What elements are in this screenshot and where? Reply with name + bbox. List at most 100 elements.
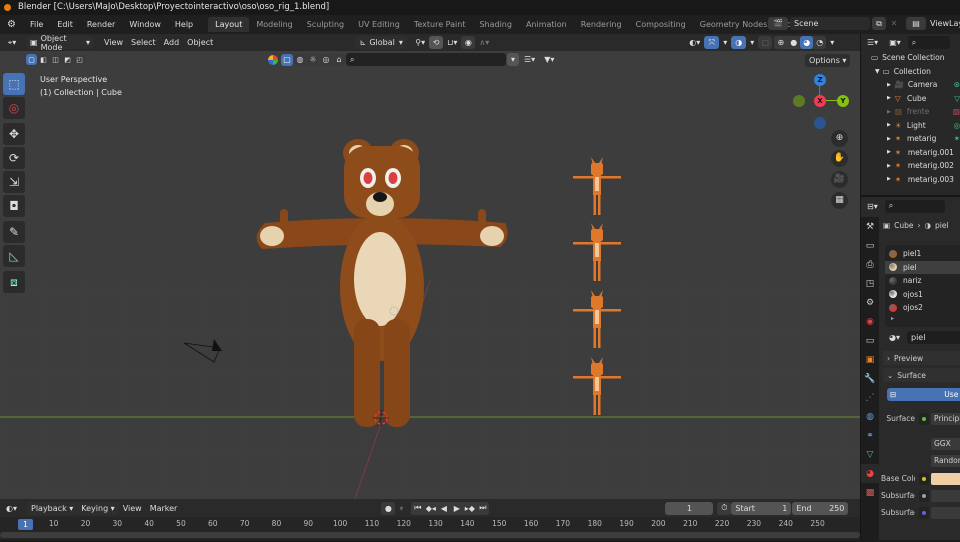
delete-scene-button[interactable]: ✕ xyxy=(888,17,900,30)
socket-dot-icon[interactable] xyxy=(919,489,929,502)
material-slot[interactable]: piel1 xyxy=(885,247,960,261)
material-name-field[interactable]: piel xyxy=(907,331,960,344)
scene-selector-icon[interactable]: 🎬 xyxy=(768,17,788,30)
material-slot[interactable]: piel xyxy=(885,260,960,274)
timeline-view-menu[interactable]: View xyxy=(119,502,146,515)
tab-texture-paint[interactable]: Texture Paint xyxy=(407,17,473,32)
gizmo-z-axis[interactable]: Z xyxy=(814,74,826,86)
display-mode-button[interactable]: ☰▾ xyxy=(520,53,539,66)
material-browse-button[interactable]: ◕▾ xyxy=(885,331,904,344)
menu-edit[interactable]: Edit xyxy=(50,20,80,29)
select-mode-extend[interactable]: ◧ xyxy=(38,54,49,65)
outliner-search-input[interactable]: ⌕ xyxy=(907,36,950,49)
object-data-icon[interactable]: ◎ xyxy=(953,121,960,130)
timeline-editor-type-button[interactable]: ◐▾ xyxy=(2,502,21,515)
expand-arrow-icon[interactable]: ▼ xyxy=(875,68,880,75)
object-filter-brush[interactable]: ⌂ xyxy=(333,53,345,66)
object-filter-world[interactable]: ◎ xyxy=(320,53,332,66)
tab-object-icon[interactable]: ▣ xyxy=(861,350,879,369)
scene-name-field[interactable]: Scene xyxy=(790,17,870,30)
pan-view-hand-icon[interactable]: ✋ xyxy=(831,150,848,167)
auto-keying-dropdown[interactable]: ▾ xyxy=(395,502,407,515)
zoom-view-icon[interactable]: ⊕ xyxy=(831,130,848,147)
expand-arrow-icon[interactable]: ▶ xyxy=(887,176,891,182)
tab-material-icon[interactable]: ◕ xyxy=(861,464,879,483)
asset-dropdown[interactable]: ▾ xyxy=(507,53,519,66)
options-dropdown[interactable]: Options ▾ xyxy=(805,54,851,67)
object-data-icon[interactable]: ▨ xyxy=(953,107,960,116)
menu-add[interactable]: Add xyxy=(160,36,184,49)
play-button[interactable]: ▶ xyxy=(450,501,464,515)
object-filter-light[interactable]: ☼ xyxy=(307,53,319,66)
shading-solid-button[interactable]: ● xyxy=(787,36,801,49)
current-frame-indicator[interactable]: 1 xyxy=(18,519,33,530)
tab-compositing[interactable]: Compositing xyxy=(629,17,693,32)
xray-toggle[interactable]: ▢ xyxy=(758,36,773,49)
expand-arrow-icon[interactable]: ▶ xyxy=(887,163,891,169)
outliner-item[interactable]: ▶ ▽ Cube ▽ xyxy=(861,92,960,106)
properties-search-input[interactable]: ⌕ xyxy=(884,199,945,213)
prev-keyframe-button[interactable]: ◆◂ xyxy=(424,501,438,515)
outliner-collection[interactable]: ▼ ▭ Collection xyxy=(861,65,960,79)
shader-value-field[interactable]: Random Walk xyxy=(931,454,960,467)
menu-file[interactable]: File xyxy=(23,20,50,29)
tab-shading[interactable]: Shading xyxy=(472,17,519,32)
rig-figure[interactable] xyxy=(573,157,621,215)
outliner-item[interactable]: ▶ ✶ metarig.003 xyxy=(861,173,960,187)
shader-value-field[interactable] xyxy=(931,489,960,502)
tab-rendering[interactable]: Rendering xyxy=(574,17,629,32)
view-layer-name[interactable]: ViewLayer xyxy=(928,17,960,30)
tab-modeling[interactable]: Modeling xyxy=(249,17,299,32)
expand-arrow-icon[interactable]: ▶ xyxy=(887,122,891,128)
tab-scene-icon[interactable]: ⚙ xyxy=(861,293,879,312)
snap-target-button[interactable]: ⊔▾ xyxy=(443,36,461,49)
tab-world-icon[interactable]: ◉ xyxy=(861,312,879,331)
tab-constraints-icon[interactable]: ⚭ xyxy=(861,426,879,445)
socket-dot-icon[interactable] xyxy=(919,412,929,425)
camera-view-icon[interactable]: 🎥 xyxy=(831,171,848,188)
object-filter-material[interactable]: ◍ xyxy=(294,53,306,66)
color-picker-icon[interactable] xyxy=(268,54,278,65)
preview-range-toggle[interactable]: ⏱ xyxy=(717,501,732,515)
socket-dot-icon[interactable] xyxy=(919,472,929,485)
select-mode-difference[interactable]: ◩ xyxy=(62,54,73,65)
expand-arrow-icon[interactable]: ▶ xyxy=(887,149,891,155)
object-data-icon[interactable]: ⊛ xyxy=(954,80,960,89)
add-cube-tool[interactable]: ⧈ xyxy=(3,271,25,293)
marker-menu[interactable]: Marker xyxy=(146,502,182,515)
gizmo-toggle[interactable]: ⤧ xyxy=(704,36,720,49)
gizmo-neg-z-axis[interactable] xyxy=(814,117,826,129)
material-slot[interactable]: ojos1 xyxy=(885,288,960,302)
menu-render[interactable]: Render xyxy=(80,20,122,29)
expand-arrow-icon[interactable]: ▶ xyxy=(887,82,891,88)
outliner-item[interactable]: ▶ ✶ metarig.001 xyxy=(861,146,960,160)
menu-help[interactable]: Help xyxy=(168,20,200,29)
gizmo-neg-y-axis[interactable] xyxy=(793,95,805,107)
start-frame-field[interactable]: Start 1 xyxy=(731,501,792,515)
annotate-tool[interactable]: ✎ xyxy=(3,221,25,243)
shading-rendered-button[interactable]: ◔ xyxy=(813,36,827,49)
new-scene-button[interactable]: ⧉ xyxy=(872,17,886,30)
select-mode-intersect[interactable]: ◰ xyxy=(74,54,85,65)
move-tool[interactable]: ✥ xyxy=(3,123,25,145)
expand-arrow-icon[interactable]: ▶ xyxy=(887,109,891,115)
tab-geometry-nodes[interactable]: Geometry Nodes xyxy=(693,17,774,32)
asset-search-input[interactable]: ⌕ xyxy=(346,53,506,66)
socket-dot-icon[interactable] xyxy=(919,506,929,519)
shading-material-button[interactable]: ◕ xyxy=(800,36,814,49)
keying-menu[interactable]: Keying ▾ xyxy=(77,501,119,515)
object-data-icon[interactable]: ▽ xyxy=(954,94,960,103)
tab-layout[interactable]: Layout xyxy=(208,17,250,32)
select-mode-new[interactable]: ▢ xyxy=(26,54,37,65)
end-frame-field[interactable]: End 250 xyxy=(792,501,849,515)
tab-sculpting[interactable]: Sculpting xyxy=(300,17,351,32)
panel-preview[interactable]: › Preview xyxy=(883,351,960,365)
outliner-item[interactable]: ▶ ✶ metarig.002 xyxy=(861,159,960,173)
editor-type-button[interactable]: ⌖▾ xyxy=(2,36,22,49)
transform-tool[interactable]: ◘ xyxy=(3,195,25,217)
tab-render-icon[interactable]: ▭ xyxy=(861,236,879,255)
expand-arrow-icon[interactable]: ▶ xyxy=(887,136,891,142)
tab-particles-icon[interactable]: ⋰ xyxy=(861,388,879,407)
snap-toggle[interactable]: ⟲ xyxy=(429,36,444,49)
outliner-item[interactable]: ▶ ✶ metarig ✶ xyxy=(861,132,960,146)
